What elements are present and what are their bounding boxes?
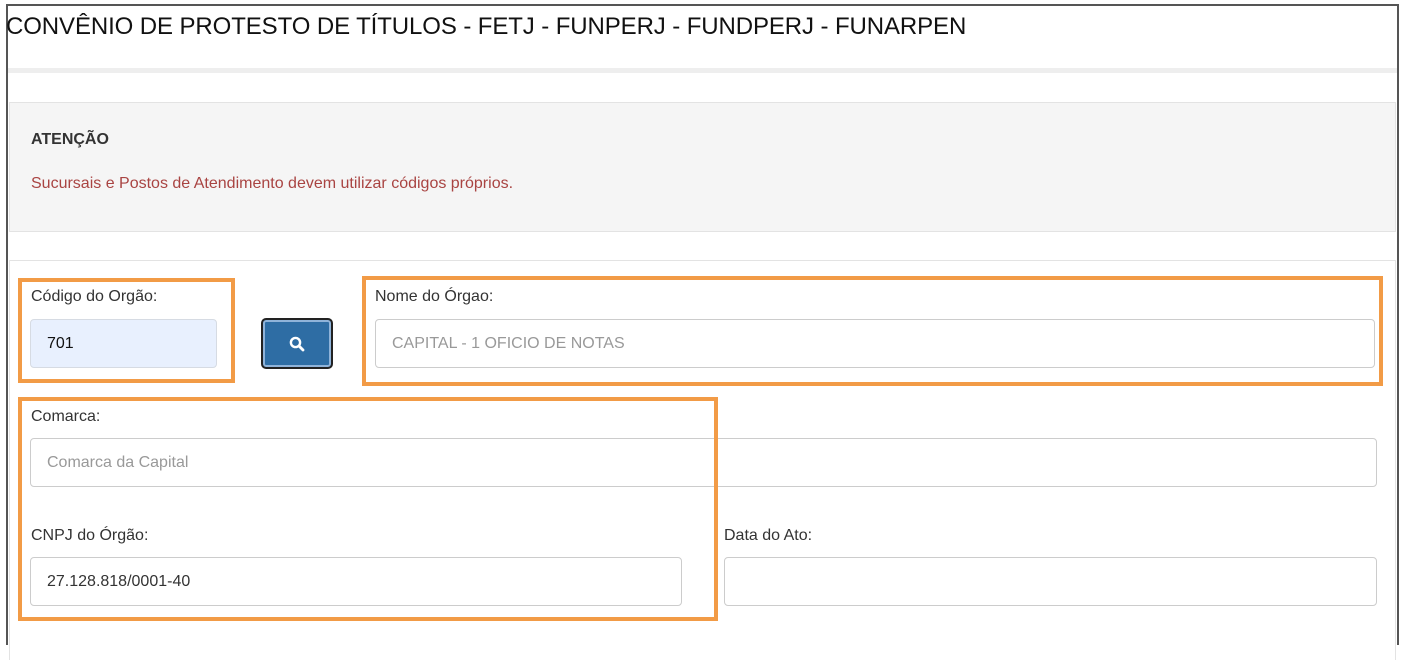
search-orgao-button[interactable] [261,318,333,369]
data-ato-input[interactable] [724,557,1377,606]
page-title: CONVÊNIO DE PROTESTO DE TÍTULOS - FETJ -… [6,13,967,40]
alert-message: Sucursais e Postos de Atendimento devem … [31,175,514,192]
comarca-input[interactable] [30,438,1377,487]
alert-title: ATENÇÃO [31,131,109,148]
codigo-orgao-input[interactable] [30,319,217,368]
search-icon [263,336,331,352]
title-divider [8,68,1397,73]
nome-orgao-label: Nome do Órgao: [375,288,494,305]
comarca-label: Comarca: [31,408,101,425]
nome-orgao-input[interactable] [375,319,1375,368]
cnpj-orgao-input[interactable] [30,557,682,606]
attention-alert: ATENÇÃO Sucursais e Postos de Atendiment… [9,102,1396,232]
codigo-orgao-label: Código do Orgão: [31,288,158,305]
data-ato-label: Data do Ato: [724,527,813,544]
cnpj-orgao-label: CNPJ do Órgão: [31,527,149,544]
